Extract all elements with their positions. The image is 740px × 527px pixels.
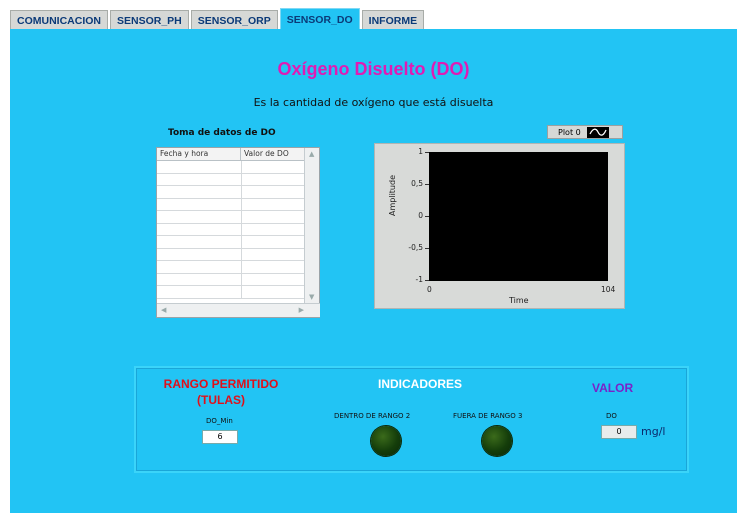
tab-comunicacion[interactable]: COMUNICACION (10, 10, 108, 30)
table-row[interactable] (157, 261, 304, 274)
tab-sensor-do[interactable]: SENSOR_DO (279, 8, 360, 30)
table-horizontal-scrollbar[interactable]: ◀ ▶ (157, 303, 320, 317)
tab-bar: COMUNICACION SENSOR_PH SENSOR_ORP SENSOR… (10, 8, 425, 30)
do-data-table[interactable]: Fecha y hora Valor de DO ▲ ▼ ◀ ▶ (156, 147, 320, 318)
led-dentro-rango-label: DENTRO DE RANGO 2 (334, 412, 411, 420)
column-header-valor: Valor de DO (244, 149, 289, 158)
x-tick-label: 0 (427, 285, 432, 294)
column-header-fecha: Fecha y hora (157, 148, 241, 160)
y-tick-label: -0,5 (408, 243, 423, 252)
table-row[interactable] (157, 211, 304, 224)
do-min-input[interactable]: 6 (202, 430, 238, 444)
scroll-left-icon[interactable]: ◀ (161, 306, 166, 314)
scroll-down-icon[interactable]: ▼ (309, 293, 314, 301)
rango-title-line2: (TULAS) (197, 393, 245, 407)
scroll-up-icon[interactable]: ▲ (309, 150, 314, 158)
y-tick-label: -1 (415, 275, 423, 284)
page-subtitle: Es la cantidad de oxígeno que está disue… (253, 96, 494, 109)
tab-informe[interactable]: INFORME (361, 10, 425, 30)
plot-line-style-icon (586, 126, 609, 138)
plot-area[interactable] (429, 152, 608, 281)
page-title: Oxígeno Disuelto (DO) (277, 59, 470, 79)
table-row[interactable] (157, 186, 304, 199)
y-tick-label: 1 (418, 147, 423, 156)
table-row[interactable] (157, 223, 304, 236)
table-rows (157, 161, 304, 299)
rango-title: RANGO PERMITIDO (TULAS) (144, 376, 298, 408)
table-vertical-scrollbar[interactable]: ▲ ▼ (304, 148, 319, 303)
table-caption: Toma de datos de DO (168, 128, 276, 138)
tab-sensor-orp[interactable]: SENSOR_ORP (190, 10, 278, 30)
waveform-chart[interactable]: Amplitude 1 0,5 0 -0,5 -1 0 104 Time (374, 143, 625, 309)
table-row[interactable] (157, 248, 304, 261)
rango-title-line1: RANGO PERMITIDO (163, 377, 279, 391)
y-tick-label: 0 (418, 211, 423, 220)
tab-panel-sensor-do: Oxígeno Disuelto (DO) Es la cantidad de … (10, 29, 737, 513)
tab-sensor-ph[interactable]: SENSOR_PH (110, 10, 189, 30)
table-header: Fecha y hora Valor de DO (157, 148, 304, 161)
do-value-label: DO (606, 412, 617, 420)
table-row[interactable] (157, 173, 304, 186)
y-axis-label: Amplitude (388, 175, 397, 216)
plot-legend[interactable]: Plot 0 (547, 125, 623, 139)
fuera-rango-led (482, 426, 512, 456)
indicadores-title: INDICADORES (378, 377, 463, 391)
plot-legend-label: Plot 0 (558, 127, 581, 137)
dentro-rango-led (371, 426, 401, 456)
table-row[interactable] (157, 273, 304, 286)
x-tick-label: 104 (601, 285, 616, 294)
do-unit-label: mg/l (641, 425, 666, 438)
table-row[interactable] (157, 161, 304, 174)
do-min-label: DO_Min (206, 417, 233, 425)
scroll-right-icon[interactable]: ▶ (299, 306, 304, 314)
table-row[interactable] (157, 286, 304, 299)
x-axis-label: Time (509, 296, 529, 305)
y-tick-label: 0,5 (411, 179, 423, 188)
table-row[interactable] (157, 236, 304, 249)
led-fuera-rango-label: FUERA DE RANGO 3 (453, 412, 523, 420)
valor-title: VALOR (592, 381, 634, 395)
do-value-display: 0 (601, 425, 637, 439)
table-row[interactable] (157, 198, 304, 211)
